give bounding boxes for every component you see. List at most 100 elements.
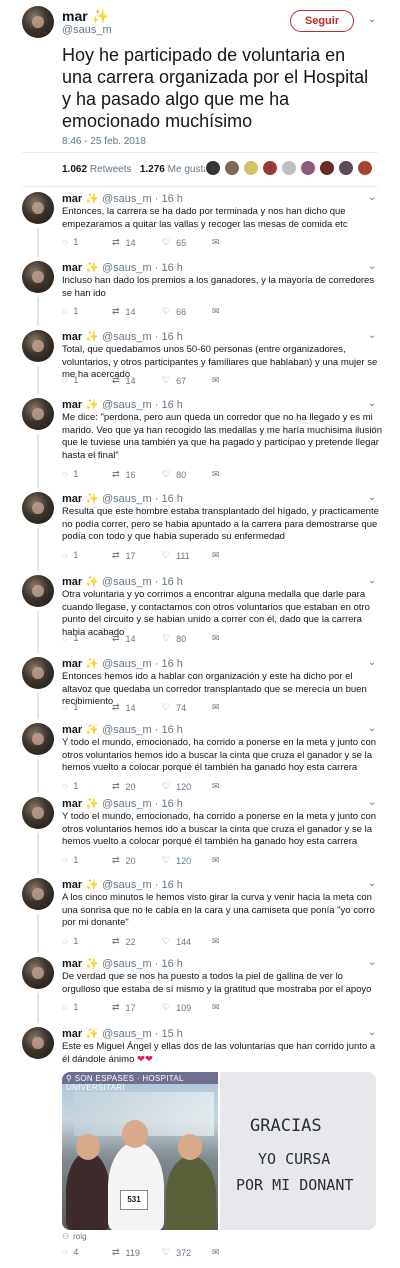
message-button[interactable]: ✉: [212, 469, 220, 480]
avatar[interactable]: [22, 1027, 54, 1059]
retweet-button[interactable]: ⇄ 14: [112, 237, 136, 248]
retweet-button[interactable]: ⇄ 16: [112, 469, 136, 480]
avatar[interactable]: [22, 398, 54, 430]
like-button[interactable]: ♡ 80: [162, 633, 186, 644]
author-name[interactable]: mar: [62, 331, 82, 343]
message-button[interactable]: ✉: [212, 550, 220, 561]
avatar[interactable]: [22, 723, 54, 755]
retweet-button[interactable]: ⇄ 17: [112, 1002, 136, 1013]
reply-author[interactable]: mar ✨ @saus_m · 16 h: [62, 797, 183, 810]
message-button[interactable]: ✉: [212, 781, 220, 792]
author-name[interactable]: mar: [62, 724, 82, 736]
author-name[interactable]: mar: [62, 879, 82, 891]
avatar[interactable]: [319, 160, 335, 176]
retweet-button[interactable]: ⇄ 119: [112, 1247, 140, 1258]
reply-meta[interactable]: @saus_m · 16 h: [102, 399, 183, 411]
author-name[interactable]: mar: [62, 493, 82, 505]
reply-button[interactable]: ◌ 1: [62, 469, 78, 479]
like-button[interactable]: ♡ 120: [162, 781, 191, 792]
reply-button[interactable]: ◌ 1: [62, 306, 78, 316]
author-name[interactable]: mar: [62, 798, 82, 810]
reply-author[interactable]: mar ✨ @saus_m · 16 h: [62, 261, 183, 274]
avatar[interactable]: [243, 160, 259, 176]
tagged-user[interactable]: roig: [73, 1232, 86, 1241]
chevron-down-icon[interactable]: ⌄: [368, 878, 376, 889]
author-name[interactable]: mar ✨: [62, 8, 109, 25]
avatar[interactable]: [22, 657, 54, 689]
avatar[interactable]: [262, 160, 278, 176]
avatar[interactable]: [224, 160, 240, 176]
avatar[interactable]: [22, 492, 54, 524]
avatar[interactable]: [22, 6, 54, 38]
reply-author[interactable]: mar ✨ @saus_m · 16 h: [62, 192, 183, 205]
chevron-down-icon[interactable]: ⌄: [368, 575, 376, 586]
chevron-down-icon[interactable]: ⌄: [368, 1027, 376, 1038]
reply-button[interactable]: ◌ 1: [62, 633, 78, 643]
avatar[interactable]: [22, 192, 54, 224]
chevron-down-icon[interactable]: ⌄: [368, 492, 376, 503]
runner-photo[interactable]: ⚲ SON ESPASES · HOSPITAL UNIVERSITARI 53…: [62, 1072, 218, 1230]
reply-meta[interactable]: @saus_m · 16 h: [102, 798, 183, 810]
retweet-button[interactable]: ⇄ 22: [112, 936, 136, 947]
avatar[interactable]: [300, 160, 316, 176]
reply-meta[interactable]: @saus_m · 16 h: [102, 724, 183, 736]
reply-button[interactable]: ◌ 1: [62, 855, 78, 865]
reply-meta[interactable]: @saus_m · 16 h: [102, 493, 183, 505]
chevron-down-icon[interactable]: ⌄: [368, 957, 376, 968]
avatar[interactable]: [22, 330, 54, 362]
like-button[interactable]: ♡ 66: [162, 306, 186, 317]
reply-button[interactable]: ◌ 1: [62, 702, 78, 712]
reply-button[interactable]: ◌ 1: [62, 375, 78, 385]
like-button[interactable]: ♡ 144: [162, 936, 191, 947]
retweet-button[interactable]: ⇄ 17: [112, 550, 136, 561]
message-button[interactable]: ✉: [212, 1247, 220, 1258]
avatar[interactable]: [22, 261, 54, 293]
reply-author[interactable]: mar ✨ @saus_m · 16 h: [62, 330, 183, 343]
message-button[interactable]: ✉: [212, 702, 220, 713]
chevron-down-icon[interactable]: ⌄: [368, 723, 376, 734]
message-button[interactable]: ✉: [212, 1002, 220, 1013]
avatar[interactable]: [22, 575, 54, 607]
reply-author[interactable]: mar ✨ @saus_m · 16 h: [62, 878, 183, 891]
retweet-button[interactable]: ⇄ 20: [112, 855, 136, 866]
avatar[interactable]: [205, 160, 221, 176]
author-name[interactable]: mar: [62, 193, 82, 205]
avatar[interactable]: [22, 957, 54, 989]
avatar[interactable]: [357, 160, 373, 176]
follow-button[interactable]: Seguir: [290, 10, 354, 32]
chevron-down-icon[interactable]: ⌄: [368, 192, 376, 203]
avatar[interactable]: [22, 797, 54, 829]
reply-author[interactable]: mar ✨ @saus_m · 16 h: [62, 492, 183, 505]
retweet-button[interactable]: ⇄ 14: [112, 702, 136, 713]
message-button[interactable]: ✉: [212, 306, 220, 317]
reply-author[interactable]: mar ✨ @saus_m · 15 h: [62, 1027, 183, 1040]
like-button[interactable]: ♡ 80: [162, 469, 186, 480]
reply-meta[interactable]: @saus_m · 16 h: [102, 262, 183, 274]
avatar[interactable]: [22, 878, 54, 910]
timestamp[interactable]: 8:46 - 25 feb. 2018: [62, 136, 146, 147]
chevron-down-icon[interactable]: ⌄: [368, 330, 376, 341]
author-name[interactable]: mar: [62, 658, 82, 670]
photo-attachment[interactable]: ⚲ SON ESPASES · HOSPITAL UNIVERSITARI 53…: [62, 1072, 376, 1230]
author-handle[interactable]: @saus_m: [62, 24, 112, 36]
like-button[interactable]: ♡ 67: [162, 375, 186, 386]
message-button[interactable]: ✉: [212, 633, 220, 644]
reply-button[interactable]: ◌ 1: [62, 781, 78, 791]
likes-count[interactable]: 1.276: [140, 164, 165, 175]
author-name[interactable]: mar: [62, 958, 82, 970]
retweet-button[interactable]: ⇄ 14: [112, 375, 136, 386]
author-name[interactable]: mar: [62, 262, 82, 274]
avatar[interactable]: [338, 160, 354, 176]
retweet-button[interactable]: ⇄ 14: [112, 633, 136, 644]
message-button[interactable]: ✉: [212, 237, 220, 248]
reply-button[interactable]: ◌ 1: [62, 550, 78, 560]
like-button[interactable]: ♡ 74: [162, 702, 186, 713]
chevron-down-icon[interactable]: ⌄: [368, 261, 376, 272]
reply-meta[interactable]: @saus_m · 15 h: [102, 1028, 183, 1040]
like-button[interactable]: ♡ 120: [162, 855, 191, 866]
like-button[interactable]: ♡ 372: [162, 1247, 191, 1258]
chevron-down-icon[interactable]: ⌄: [368, 657, 376, 668]
chevron-down-icon[interactable]: ⌄: [368, 797, 376, 808]
reply-author[interactable]: mar ✨ @saus_m · 16 h: [62, 957, 183, 970]
reply-button[interactable]: ◌ 1: [62, 1002, 78, 1012]
